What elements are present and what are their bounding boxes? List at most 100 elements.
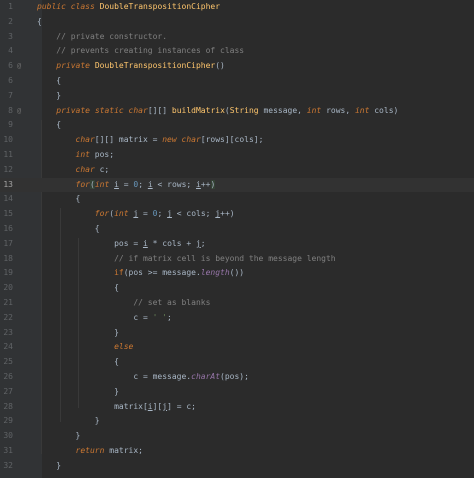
code-text[interactable]: for(int i = 0; i < rows; i++) bbox=[37, 178, 216, 193]
code-text[interactable]: return matrix; bbox=[37, 444, 143, 459]
code-line[interactable]: 19 if(pos >= message.length()) bbox=[0, 266, 474, 281]
code-line[interactable]: 21 // set as blanks bbox=[0, 296, 474, 311]
code-token: c = message. bbox=[37, 372, 192, 381]
code-line[interactable]: 31 return matrix; bbox=[0, 444, 474, 459]
code-line[interactable]: 18 // if matrix cell is beyond the messa… bbox=[0, 252, 474, 267]
code-line[interactable]: 28 matrix[i][j] = c; bbox=[0, 400, 474, 415]
code-text[interactable]: // set as blanks bbox=[37, 296, 210, 311]
code-token: length bbox=[200, 268, 230, 278]
annotation-gutter-icon[interactable]: @ bbox=[17, 104, 21, 119]
code-line[interactable]: 20 { bbox=[0, 281, 474, 296]
code-text[interactable]: { bbox=[37, 74, 61, 89]
code-line[interactable]: 25 { bbox=[0, 355, 474, 370]
code-line[interactable]: 2{ bbox=[0, 15, 474, 30]
code-text[interactable]: } bbox=[37, 89, 61, 104]
code-text[interactable]: { bbox=[37, 222, 100, 237]
code-token: // if matrix cell is beyond the message … bbox=[114, 253, 336, 263]
code-text[interactable]: { bbox=[37, 15, 42, 30]
code-text[interactable]: for(int j = 0; j < cols; j++) bbox=[37, 207, 235, 222]
code-text[interactable]: { bbox=[37, 281, 119, 296]
code-line[interactable]: 16 { bbox=[0, 222, 474, 237]
code-token: charAt bbox=[191, 372, 221, 381]
code-text[interactable]: if(pos >= message.length()) bbox=[37, 266, 244, 281]
code-line[interactable]: 30 } bbox=[0, 429, 474, 444]
code-token: char bbox=[75, 164, 95, 174]
code-text[interactable]: } bbox=[37, 459, 61, 474]
code-token: DoubleTranspositionCipher bbox=[99, 2, 221, 11]
code-line[interactable]: 6 { bbox=[0, 74, 474, 89]
code-token: { bbox=[37, 224, 100, 233]
code-line[interactable]: 15 for(int j = 0; j < cols; j++) bbox=[0, 207, 474, 222]
code-line[interactable]: 3 // private constructor. bbox=[0, 30, 474, 45]
code-text[interactable]: { bbox=[37, 355, 119, 370]
line-number: 15 bbox=[3, 209, 13, 219]
annotation-gutter-icon[interactable]: @ bbox=[17, 59, 21, 74]
line-number: 32 bbox=[3, 460, 13, 470]
code-editor[interactable]: 1 public class DoubleTranspositionCipher 2… bbox=[0, 0, 474, 478]
code-token: ()) bbox=[229, 268, 245, 278]
code-line[interactable]: 24 else bbox=[0, 340, 474, 355]
code-token: < cols; bbox=[171, 209, 216, 219]
code-line[interactable]: 29 } bbox=[0, 414, 474, 429]
code-text[interactable]: matrix[i][j] = c; bbox=[37, 400, 196, 415]
code-line[interactable]: 4 // prevents creating instances of clas… bbox=[0, 44, 474, 59]
code-line[interactable]: 22 c = ' '; bbox=[0, 311, 474, 326]
code-line[interactable]: 10 char[][] matrix = new char[rows][cols… bbox=[0, 133, 474, 148]
code-text[interactable]: { bbox=[37, 192, 81, 207]
code-line[interactable]: 6 @ private DoubleTranspositionCipher() bbox=[0, 59, 474, 74]
code-text[interactable]: } bbox=[37, 326, 119, 341]
line-number: 7 bbox=[8, 90, 13, 100]
line-number: 21 bbox=[3, 298, 13, 307]
code-token: int bbox=[306, 105, 322, 115]
code-text[interactable]: // prevents creating instances of class bbox=[37, 44, 244, 59]
code-text[interactable]: public class DoubleTranspositionCipher bbox=[37, 0, 220, 15]
line-number: 27 bbox=[3, 386, 13, 396]
code-line[interactable]: 23 } bbox=[0, 326, 474, 341]
code-line[interactable]: 9 { bbox=[0, 118, 474, 133]
code-token: for bbox=[75, 179, 90, 189]
code-line[interactable]: 26 c = message.charAt(pos); bbox=[0, 370, 474, 385]
code-text[interactable]: // if matrix cell is beyond the message … bbox=[37, 252, 336, 267]
code-line[interactable]: 8 @ private static char[][] buildMatrix(S… bbox=[0, 104, 474, 119]
line-number: 17 bbox=[3, 238, 13, 248]
code-line[interactable]: 32 } bbox=[0, 459, 474, 474]
code-text[interactable]: } bbox=[37, 385, 119, 400]
code-token: ; bbox=[138, 179, 148, 189]
code-text[interactable]: char c; bbox=[37, 163, 110, 178]
code-token: [][] matrix = bbox=[94, 135, 163, 145]
code-text[interactable]: } bbox=[37, 414, 100, 429]
code-text[interactable]: char[][] matrix = new char[rows][cols]; bbox=[37, 133, 264, 148]
code-line[interactable]: 7 } bbox=[0, 89, 474, 104]
code-token: ) bbox=[210, 179, 216, 189]
code-text[interactable]: private static char[][] buildMatrix(Stri… bbox=[37, 104, 398, 119]
code-line[interactable]: 1 public class DoubleTranspositionCipher bbox=[0, 0, 474, 15]
code-text[interactable]: } bbox=[37, 429, 81, 444]
code-token: char bbox=[128, 105, 148, 115]
line-number: 9 bbox=[8, 120, 13, 130]
line-number: 16 bbox=[3, 224, 13, 233]
line-number: 26 bbox=[3, 372, 13, 381]
code-text[interactable]: c = message.charAt(pos); bbox=[37, 370, 249, 385]
code-line[interactable]: 11 int pos; bbox=[0, 148, 474, 163]
code-text[interactable]: int pos; bbox=[37, 148, 115, 163]
code-text[interactable]: { bbox=[37, 118, 61, 133]
code-line[interactable]: 12 char c; bbox=[0, 163, 474, 178]
code-text[interactable]: private DoubleTranspositionCipher() bbox=[37, 59, 225, 74]
code-text[interactable]: c = ' '; bbox=[37, 311, 172, 326]
code-line[interactable]: 13 for(int i = 0; i < rows; i++) bbox=[0, 177, 474, 193]
code-token: char bbox=[181, 135, 201, 145]
code-text[interactable]: pos = i * cols + j; bbox=[37, 237, 206, 252]
line-number: 24 bbox=[3, 342, 13, 352]
code-line[interactable]: 27 } bbox=[0, 385, 474, 400]
code-text[interactable]: else bbox=[37, 340, 133, 355]
code-line[interactable]: 17 pos = i * cols + j; bbox=[0, 237, 474, 252]
code-text[interactable]: // private constructor. bbox=[37, 30, 167, 45]
code-token: new bbox=[162, 135, 177, 145]
code-line[interactable]: 14 { bbox=[0, 192, 474, 207]
line-number: 11 bbox=[3, 150, 13, 159]
